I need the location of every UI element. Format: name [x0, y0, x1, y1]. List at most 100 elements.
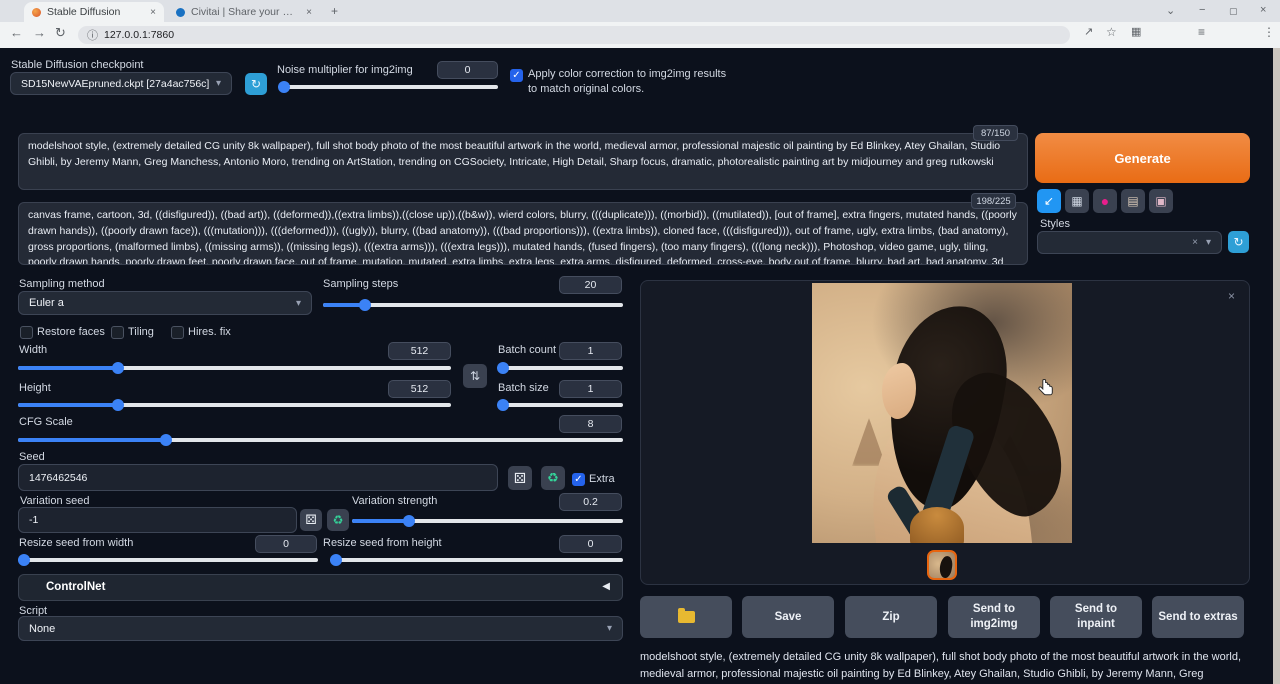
resize-seed-width-input[interactable]: 0 — [255, 535, 317, 553]
chevron-down-icon: ▾ — [296, 298, 301, 309]
swap-dimensions-icon[interactable]: ⇅ — [463, 364, 487, 388]
batch-count-input[interactable]: 1 — [559, 342, 622, 360]
sampling-method-value: Euler a — [29, 297, 64, 309]
resize-seed-height-input[interactable]: 0 — [559, 535, 622, 553]
forward-icon[interactable]: → — [33, 25, 46, 40]
clear-styles-icon[interactable]: × — [1192, 237, 1198, 248]
url-bar[interactable]: ⓘ 127.0.0.1:7860 — [78, 26, 1070, 44]
batch-size-slider[interactable] — [498, 399, 623, 411]
prompt-token-counter: 87/150 — [973, 125, 1018, 141]
width-slider[interactable] — [18, 362, 451, 374]
cfg-scale-label: CFG Scale — [19, 416, 73, 428]
read-generation-params-icon[interactable]: ↙ — [1037, 189, 1061, 213]
browser-tab-stable-diffusion[interactable]: Stable Diffusion × — [24, 2, 164, 22]
extra-networks-icon[interactable]: ● — [1093, 189, 1117, 213]
cfg-scale-slider[interactable] — [18, 434, 623, 446]
seed-input[interactable]: 1476462546 — [18, 464, 498, 491]
cfg-scale-input[interactable]: 8 — [559, 415, 622, 433]
window-minimize-icon[interactable]: − — [1199, 4, 1205, 16]
batch-size-input[interactable]: 1 — [559, 380, 622, 398]
color-correction-checkbox[interactable]: ✓ — [510, 69, 523, 82]
send-to-img2img-button[interactable]: Send to img2img — [948, 596, 1040, 638]
screen: Stable Diffusion × Civitai | Share your … — [0, 0, 1280, 684]
checkpoint-label: Stable Diffusion checkpoint — [11, 59, 144, 71]
checkpoint-dropdown[interactable]: SD15NewVAEpruned.ckpt [27a4ac756c] ▾ — [10, 72, 232, 95]
gallery-thumbnail[interactable] — [927, 550, 957, 580]
apply-styles-icon[interactable]: ▤ — [1121, 189, 1145, 213]
variation-strength-label: Variation strength — [352, 495, 437, 507]
sampling-method-dropdown[interactable]: Euler a ▾ — [18, 291, 312, 315]
noise-multiplier-slider[interactable] — [280, 81, 498, 93]
refresh-styles-button[interactable]: ↻ — [1228, 231, 1249, 253]
variation-strength-input[interactable]: 0.2 — [559, 493, 622, 511]
page-scrollbar[interactable] — [1273, 48, 1280, 684]
random-variation-seed-dice-icon[interactable]: ⚄ — [300, 509, 322, 531]
chevron-down-icon: ▾ — [607, 623, 612, 634]
reuse-seed-recycle-icon[interactable]: ♻ — [541, 466, 565, 490]
clear-prompt-icon[interactable]: ▦ — [1065, 189, 1089, 213]
bookmark-star-icon[interactable]: ☆ — [1106, 25, 1117, 39]
reload-icon[interactable]: ↻ — [55, 25, 66, 41]
browser-menu-icon[interactable]: ⋮ — [1263, 25, 1275, 39]
browser-tab-title: Stable Diffusion — [47, 6, 144, 18]
chevron-down-icon: ▾ — [1206, 237, 1211, 248]
tiling-checkbox[interactable] — [111, 326, 124, 339]
window-chevron-icon[interactable]: ⌄ — [1166, 4, 1175, 17]
sampling-steps-label: Sampling steps — [323, 278, 398, 290]
browser-toolbar: ← → ↻ ⓘ 127.0.0.1:7860 ↗ ☆ ▦ ≡ ⋮ — [0, 22, 1280, 48]
browser-tab-civitai[interactable]: Civitai | Share your models × — [168, 2, 320, 22]
negative-prompt-textarea[interactable]: canvas frame, cartoon, 3d, ((disfigured)… — [18, 202, 1028, 265]
sampling-steps-input[interactable]: 20 — [559, 276, 622, 294]
controlnet-accordion[interactable]: ControlNet ◀ — [18, 574, 623, 601]
site-info-icon[interactable]: ⓘ — [87, 27, 98, 43]
refresh-checkpoints-button[interactable]: ↻ — [245, 73, 267, 95]
restore-faces-checkbox[interactable] — [20, 326, 33, 339]
noise-multiplier-input[interactable]: 0 — [437, 61, 498, 79]
mouse-cursor — [1038, 378, 1055, 404]
civitai-favicon — [176, 8, 185, 17]
noise-multiplier-label: Noise multiplier for img2img — [277, 64, 413, 76]
script-dropdown[interactable]: None ▾ — [18, 616, 623, 641]
extension-grid-icon[interactable]: ▦ — [1131, 25, 1141, 38]
random-seed-dice-icon[interactable]: ⚄ — [508, 466, 532, 490]
tab-close-icon[interactable]: × — [150, 7, 156, 18]
resize-seed-height-label: Resize seed from height — [323, 537, 442, 549]
reading-list-icon[interactable]: ≡ — [1198, 25, 1205, 39]
variation-seed-value: -1 — [29, 514, 38, 526]
height-input[interactable]: 512 — [388, 380, 451, 398]
save-button[interactable]: Save — [742, 596, 834, 638]
share-icon[interactable]: ↗ — [1084, 25, 1093, 38]
back-icon[interactable]: ← — [10, 25, 23, 40]
seed-value: 1476462546 — [29, 472, 87, 484]
window-restore-icon[interactable]: ▢ — [1229, 6, 1238, 17]
styles-dropdown[interactable]: × ▾ — [1037, 231, 1222, 254]
resize-seed-width-slider[interactable] — [18, 554, 318, 566]
gallery-close-icon[interactable]: × — [1228, 289, 1235, 303]
sampling-steps-slider[interactable] — [323, 299, 623, 311]
hires-fix-checkbox[interactable] — [171, 326, 184, 339]
width-input[interactable]: 512 — [388, 342, 451, 360]
extra-seed-checkbox[interactable]: ✓ — [572, 473, 585, 486]
tab-close-icon[interactable]: × — [306, 7, 312, 18]
send-to-inpaint-button[interactable]: Send to inpaint — [1050, 596, 1142, 638]
collapse-arrow-icon: ◀ — [602, 581, 610, 592]
reuse-variation-seed-recycle-icon[interactable]: ♻ — [327, 509, 349, 531]
variation-seed-input[interactable]: -1 — [18, 507, 297, 533]
batch-count-slider[interactable] — [498, 362, 623, 374]
resize-seed-height-slider[interactable] — [330, 554, 623, 566]
variation-seed-label: Variation seed — [20, 495, 90, 507]
new-tab-icon[interactable]: + — [331, 4, 338, 18]
variation-strength-slider[interactable] — [352, 515, 623, 527]
browser-tabstrip: Stable Diffusion × Civitai | Share your … — [0, 0, 1280, 22]
prompt-textarea[interactable]: modelshoot style, (extremely detailed CG… — [18, 133, 1028, 190]
generate-button[interactable]: Generate — [1035, 133, 1250, 183]
send-to-extras-button[interactable]: Send to extras — [1152, 596, 1244, 638]
save-style-icon[interactable]: ▣ — [1149, 189, 1173, 213]
styles-label: Styles — [1040, 218, 1070, 230]
window-close-icon[interactable]: × — [1260, 4, 1266, 16]
script-value: None — [29, 623, 55, 635]
open-folder-button[interactable] — [640, 596, 732, 638]
height-slider[interactable] — [18, 399, 451, 411]
generated-image[interactable] — [812, 283, 1072, 543]
zip-button[interactable]: Zip — [845, 596, 937, 638]
